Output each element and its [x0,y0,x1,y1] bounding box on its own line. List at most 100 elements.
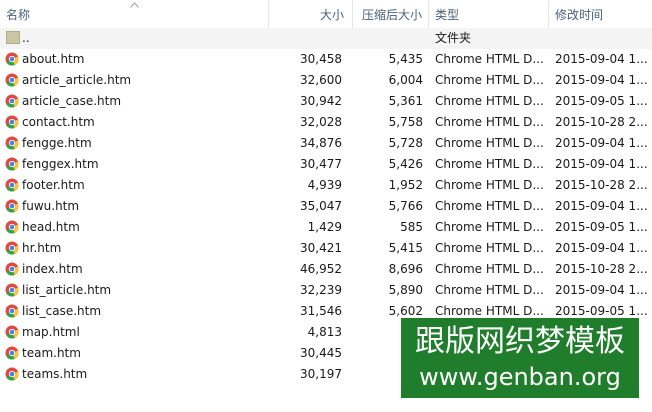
file-row[interactable]: fenggex.htm 30,477 5,426 Chrome HTML D... 20… [0,154,652,175]
file-packed-size: 585 [400,220,423,234]
file-type: Chrome HTML D... [435,241,544,255]
file-size: 32,028 [300,115,342,129]
column-header-packed-size[interactable]: 压缩后大小 [353,0,429,28]
file-packed-size: 5,890 [388,283,423,297]
file-name: article_article.htm [22,73,132,87]
file-packed-size: 5,435 [388,52,423,66]
chrome-document-icon [5,367,19,381]
file-name: teams.htm [22,367,88,381]
column-header-type[interactable]: 类型 [429,0,549,28]
file-packed-size: 5,426 [388,157,423,171]
chrome-document-icon [5,262,19,276]
file-name: fenggex.htm [22,157,99,171]
file-name: hr.htm [22,241,62,255]
file-row[interactable]: about.htm 30,458 5,435 Chrome HTML D... 2015… [0,49,652,70]
file-name: team.htm [22,346,81,360]
file-packed-size: 5,361 [388,94,423,108]
file-type: Chrome HTML D... [435,220,544,234]
chrome-document-icon [5,136,19,150]
watermark-banner: 跟版网织梦模板 www.genban.org [398,315,642,401]
file-size: 35,047 [300,199,342,213]
file-name: article_case.htm [22,94,122,108]
file-modified: 2015-10-28 2... [555,115,648,129]
file-type: Chrome HTML D... [435,178,544,192]
watermark-url: www.genban.org [419,363,621,391]
file-size: 30,458 [300,52,342,66]
file-type: Chrome HTML D... [435,73,544,87]
file-size: 32,239 [300,283,342,297]
file-name: footer.htm [22,178,85,192]
chrome-document-icon [5,94,19,108]
chrome-document-icon [5,346,19,360]
file-name: about.htm [22,52,85,66]
file-packed-size: 5,415 [388,241,423,255]
file-row[interactable]: fuwu.htm 35,047 5,766 Chrome HTML D... 2015-… [0,196,652,217]
file-type: Chrome HTML D... [435,136,544,150]
column-header-name[interactable]: 名称 [0,0,269,28]
file-size: 4,813 [307,325,342,339]
file-size: 34,876 [300,136,342,150]
file-size: 32,600 [300,73,342,87]
file-row[interactable]: contact.htm 32,028 5,758 Chrome HTML D... 20… [0,112,652,133]
chrome-document-icon [5,304,19,318]
column-header-type-label: 类型 [435,8,460,22]
file-row[interactable]: hr.htm 30,421 5,415 Chrome HTML D... 2015-09… [0,238,652,259]
chrome-document-icon [5,220,19,234]
file-row[interactable]: index.htm 46,952 8,696 Chrome HTML D... 2015… [0,259,652,280]
file-type: Chrome HTML D... [435,157,544,171]
file-name: fuwu.htm [22,199,80,213]
file-type: Chrome HTML D... [435,115,544,129]
file-packed-size: 8,696 [388,262,423,276]
file-modified: 2015-09-04 1... [555,199,648,213]
file-modified: 2015-09-05 1... [555,94,648,108]
file-size: 30,197 [300,367,342,381]
parent-folder-type: 文件夹 [435,31,472,45]
file-packed-size: 5,766 [388,199,423,213]
file-modified: 2015-10-28 2... [555,262,648,276]
column-header-size[interactable]: 大小 [269,0,353,28]
file-row[interactable]: list_article.htm 32,239 5,890 Chrome HTML D… [0,280,652,301]
file-name: head.htm [22,220,80,234]
file-row[interactable]: head.htm 1,429 585 Chrome HTML D... 2015-09-… [0,217,652,238]
file-modified: 2015-09-05 1... [555,220,648,234]
file-name: list_case.htm [22,304,102,318]
file-type: Chrome HTML D... [435,52,544,66]
chrome-document-icon [5,178,19,192]
column-header-modified-label: 修改时间 [555,8,604,22]
chrome-document-icon [5,157,19,171]
column-header-bar: 名称 大小 压缩后大小 类型 修改时间 [0,0,652,29]
chrome-document-icon [5,199,19,213]
chrome-document-icon [5,52,19,66]
file-size: 31,546 [300,304,342,318]
file-size: 30,421 [300,241,342,255]
file-row[interactable]: article_case.htm 30,942 5,361 Chrome HTML D… [0,91,652,112]
chrome-document-icon [5,115,19,129]
file-modified: 2015-09-04 1... [555,283,648,297]
chrome-document-icon [5,283,19,297]
file-packed-size: 5,758 [388,115,423,129]
parent-folder-name: .. [22,31,30,45]
file-name: contact.htm [22,115,95,129]
file-row[interactable]: footer.htm 4,939 1,952 Chrome HTML D... 2015… [0,175,652,196]
file-row[interactable]: article_article.htm 32,600 6,004 Chrome HTM… [0,70,652,91]
file-size: 30,942 [300,94,342,108]
column-header-packed-size-label: 压缩后大小 [361,8,422,22]
file-name: list_article.htm [22,283,112,297]
parent-folder-row[interactable]: .. 文件夹 [0,28,652,49]
column-header-name-label: 名称 [6,8,31,22]
file-name: index.htm [22,262,83,276]
chrome-document-icon [5,241,19,255]
column-header-size-label: 大小 [319,8,344,22]
file-size: 46,952 [300,262,342,276]
file-type: Chrome HTML D... [435,94,544,108]
file-size: 30,445 [300,346,342,360]
chrome-document-icon [5,325,19,339]
file-modified: 2015-09-04 1... [555,73,648,87]
chrome-document-icon [5,73,19,87]
column-header-modified[interactable]: 修改时间 [549,0,652,28]
file-packed-size: 1,952 [388,178,423,192]
file-modified: 2015-10-28 2... [555,178,648,192]
file-packed-size: 5,728 [388,136,423,150]
file-row[interactable]: fengge.htm 34,876 5,728 Chrome HTML D... 201… [0,133,652,154]
file-name: map.html [22,325,80,339]
